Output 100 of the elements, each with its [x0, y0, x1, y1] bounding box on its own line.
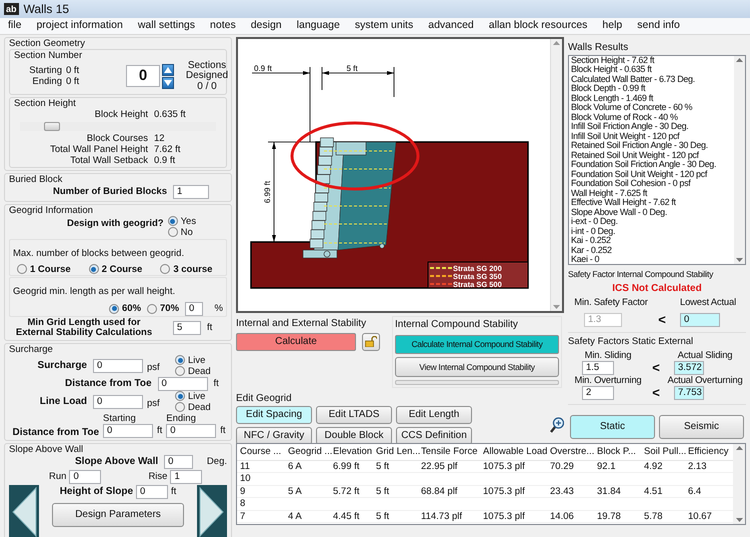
menu-item[interactable]: language — [296, 18, 340, 34]
radio-button[interactable] — [175, 355, 185, 366]
calculate-button[interactable]: Calculate — [236, 332, 356, 351]
input-field[interactable]: 0 — [185, 302, 203, 316]
menu-item[interactable]: help — [602, 18, 622, 34]
down-arrow-button[interactable] — [162, 76, 174, 89]
input-field[interactable]: 0 — [680, 312, 720, 326]
field-label: ft — [220, 425, 226, 436]
zoom-in-icon[interactable] — [550, 417, 564, 434]
radio-button[interactable] — [175, 402, 185, 412]
spinner-field[interactable]: 0 — [126, 65, 160, 88]
lock-button[interactable] — [362, 332, 380, 351]
field-label: Total Wall Panel Height — [49, 144, 148, 155]
comparison-sign: < — [657, 310, 667, 329]
result-item: Slope Above Wall - 0 Deg. — [571, 208, 668, 218]
radio-button[interactable] — [17, 264, 27, 274]
table-cell-text: 9 — [239, 486, 246, 498]
column-header[interactable]: Course ... — [237, 444, 285, 459]
menu-item[interactable]: notes — [210, 18, 236, 34]
edit-geogrid-button[interactable]: Double Block — [316, 426, 392, 445]
edit-geogrid-button[interactable]: Edit LTADS — [316, 406, 392, 424]
field-label: Slope Above Wall — [75, 456, 158, 468]
field-label: ft — [207, 322, 212, 334]
input-field[interactable]: 0 — [136, 484, 168, 499]
menu-item[interactable]: advanced — [428, 18, 474, 34]
input-field[interactable]: 1 — [173, 184, 209, 199]
radio-button[interactable] — [175, 366, 185, 376]
column-header[interactable]: Elevation — [330, 444, 373, 459]
column-header[interactable]: Overstre... — [547, 444, 594, 459]
radio-button[interactable] — [168, 216, 178, 226]
scroll-bar[interactable] — [734, 56, 745, 264]
table-cell-text: 14.06 — [549, 510, 575, 522]
input-field[interactable]: 0 — [69, 470, 102, 484]
table-cell-text: 5 A — [287, 486, 303, 498]
radio-button[interactable] — [160, 264, 170, 274]
column-header[interactable]: Allowable Load — [480, 444, 547, 459]
radio-button[interactable] — [88, 264, 99, 274]
design-parameters-button[interactable]: Design Parameters — [52, 502, 184, 527]
field-label: Number of Buried Blocks — [52, 186, 167, 198]
mode-button[interactable]: Seismic — [659, 414, 744, 438]
table-cell-text: 5 ft — [375, 486, 390, 498]
input-field[interactable]: 0 — [158, 376, 208, 391]
radio-label: Dead — [188, 402, 211, 413]
menu-item[interactable]: allan block resources — [488, 18, 588, 34]
previous-button[interactable] — [9, 484, 39, 537]
table-cell-text: 5 ft — [375, 460, 390, 472]
field-label: Min. Sliding — [584, 350, 632, 360]
input-field[interactable]: 0 — [93, 358, 143, 373]
column-header[interactable]: Soil Pull... — [641, 444, 685, 459]
table-cell-text: 7 — [239, 510, 246, 522]
scroll-bar[interactable] — [733, 444, 745, 524]
menu-item[interactable]: system units — [354, 18, 414, 34]
slider-thumb[interactable] — [44, 122, 60, 131]
radio-button[interactable] — [168, 227, 178, 238]
edit-geogrid-button[interactable]: Edit Length — [396, 406, 472, 424]
input-field[interactable]: 1 — [170, 470, 202, 484]
scroll-bar[interactable] — [550, 38, 562, 311]
result-item: Section Height - 7.62 ft — [571, 56, 656, 66]
field-label: Min Grid Length used for External Stability Calculations — [14, 318, 154, 338]
column-header[interactable]: Block P... — [594, 444, 641, 459]
menu-item[interactable]: wall settings — [138, 18, 196, 34]
result-item: Calculated Wall Batter - 6.73 Deg. — [571, 74, 696, 84]
menu-item[interactable]: send info — [637, 18, 680, 34]
table-cell-text: 8 — [239, 498, 246, 510]
column-header[interactable]: Efficiency — [685, 444, 733, 459]
up-arrow-button[interactable] — [162, 64, 174, 76]
field-label: Design with geogrid? — [67, 218, 164, 229]
table-cell-text: 5.78 — [643, 510, 664, 522]
input-field[interactable]: 7.753 — [674, 386, 704, 400]
view-ics-button[interactable]: View Internal Compound Stability — [395, 357, 559, 378]
menu-item[interactable]: design — [250, 18, 282, 34]
edit-geogrid-button[interactable]: NFC / Gravity — [236, 426, 312, 445]
result-item: Retained Soil Unit Weight - 120 pcf — [571, 150, 699, 160]
input-field[interactable]: 0 — [166, 424, 216, 438]
radio-label: 70% — [160, 303, 180, 314]
input-field[interactable]: 3.572 — [674, 360, 704, 374]
input-field[interactable]: 2 — [582, 386, 614, 400]
input-field[interactable]: 5 — [173, 320, 201, 335]
input-field[interactable]: 0 — [103, 424, 153, 438]
mode-button[interactable]: Static — [570, 414, 655, 438]
field-label: ft — [171, 486, 176, 498]
radio-button[interactable] — [175, 391, 185, 402]
input-field[interactable]: 0 — [164, 454, 193, 469]
field-label: 0.635 ft — [154, 108, 187, 120]
radio-button[interactable] — [147, 304, 158, 314]
input-field[interactable]: 0 — [93, 394, 143, 409]
status-text: ICS Not Calculated — [611, 282, 703, 296]
menu-item[interactable]: file — [8, 18, 22, 34]
column-header[interactable]: Grid Len... — [373, 444, 418, 459]
input-field[interactable]: 1.5 — [582, 360, 614, 374]
column-header[interactable]: Geogrid ... — [285, 444, 330, 459]
next-button[interactable] — [197, 484, 227, 537]
radio-label: Dead — [188, 366, 211, 377]
comparison-sign: < — [651, 362, 661, 373]
menu-item[interactable]: project information — [36, 18, 123, 34]
column-header[interactable]: Tensile Force — [418, 444, 480, 459]
edit-geogrid-button[interactable]: Edit Spacing — [236, 406, 312, 424]
edit-geogrid-button[interactable]: CCS Definition — [396, 426, 472, 445]
calculate-ics-button[interactable]: Calculate Internal Compound Stability — [395, 334, 559, 354]
radio-button[interactable] — [109, 304, 119, 314]
